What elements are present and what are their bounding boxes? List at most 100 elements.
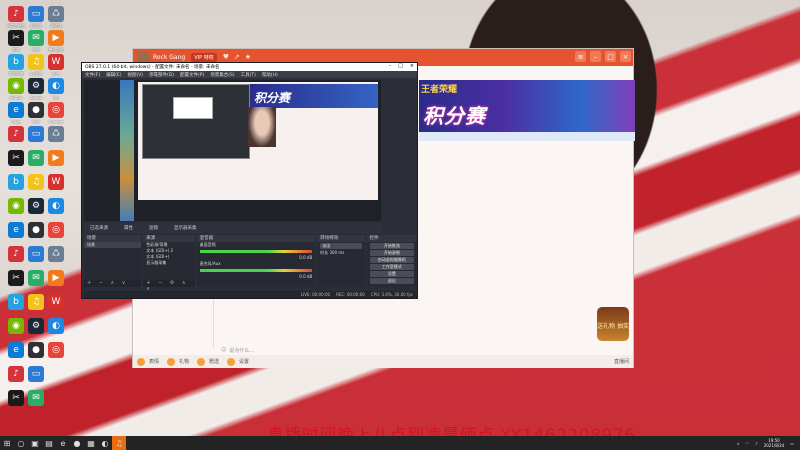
properties-button[interactable]: 属性 [124, 225, 133, 231]
desktop-icon[interactable]: ▶ 腾讯视频 [44, 30, 68, 53]
minimize-icon[interactable]: – [590, 51, 601, 62]
exit-button[interactable]: 退出 [369, 278, 415, 284]
desktop-icon[interactable]: W [44, 294, 68, 310]
live-app-taskbar-icon[interactable]: ♫ [112, 436, 126, 450]
clock[interactable]: 19:50 2021/8/24 [764, 438, 785, 448]
rec-status: REC: 00:00:00 [336, 292, 365, 297]
network-icon[interactable]: ◠ [746, 441, 750, 446]
edge-icon[interactable]: e [56, 436, 70, 450]
menu-profile[interactable]: 配置文件(P) [180, 72, 204, 78]
close-icon[interactable]: × [620, 51, 631, 62]
toolbar-item-0[interactable]: 表情 [149, 358, 159, 365]
app-taskbar-icon[interactable]: ▦ [84, 436, 98, 450]
gift-tool-icon[interactable] [167, 357, 176, 366]
desktop-icon[interactable]: ◐ QQ [44, 78, 68, 100]
obs-maximize-icon[interactable]: □ [398, 63, 403, 69]
obs-window[interactable]: OBS 27.0.1 (64-bit, windows) - 配置文件: 未命名… [81, 62, 418, 299]
toolbar-right-label[interactable]: 直播间 [614, 358, 629, 365]
menu-help[interactable]: 帮助(H) [262, 72, 278, 78]
desktop-icon[interactable]: W [44, 174, 68, 190]
app-icon: W [48, 174, 64, 190]
obs-taskbar-icon[interactable]: ● [70, 436, 84, 450]
app-icon: ▭ [28, 6, 44, 22]
chat-tab-bar[interactable] [419, 132, 635, 141]
desktop-icon[interactable]: ▶ [44, 270, 68, 286]
menu-docks[interactable]: 停靠部件(D) [149, 72, 174, 78]
present-tool-icon[interactable] [197, 357, 206, 366]
star-icon[interactable]: ★ [245, 54, 252, 61]
settings-button[interactable]: 设置 [369, 271, 415, 277]
desktop-icon[interactable]: ♺ [44, 246, 68, 262]
task-view-icon[interactable]: ▣ [28, 436, 42, 450]
desktop-icon[interactable]: ◎ [44, 222, 68, 238]
start-recording-button[interactable]: 开始录制 [369, 250, 415, 256]
desktop-icon-label: 腾讯视频 [48, 47, 64, 52]
transition-select[interactable]: 淡出 [320, 243, 362, 249]
obs-close-icon[interactable]: × [410, 63, 414, 69]
nested-preview [142, 84, 250, 159]
menu-tools[interactable]: 工具(T) [241, 72, 256, 78]
virtual-camera-button[interactable]: 启动虚拟摄像机 [369, 257, 415, 263]
filters-button[interactable]: 滤镜 [149, 225, 158, 231]
start-streaming-button[interactable]: 开始推流 [369, 243, 415, 249]
qq-taskbar-icon[interactable]: ◐ [98, 436, 112, 450]
tray-expand-icon[interactable]: ∧ [737, 441, 740, 446]
app-icon: ● [28, 102, 44, 118]
volume-icon[interactable]: ♪ [755, 441, 758, 446]
vip-badge[interactable]: VIP 特权 [191, 53, 217, 62]
app-icon: W [48, 294, 64, 310]
app-icon: W [48, 54, 64, 70]
menu-icon[interactable]: ≡ [575, 51, 586, 62]
volume-meter[interactable] [199, 250, 313, 253]
desktop-icon[interactable]: ◐ [44, 318, 68, 334]
transition-duration[interactable]: 300 ms [330, 250, 345, 255]
desktop-icon[interactable]: ♺ [44, 126, 68, 142]
menu-scene-collection[interactable]: 场景集合(S) [210, 72, 234, 78]
app-icon: ⚙ [28, 198, 44, 214]
source-item[interactable]: 显示器采集 [143, 260, 194, 266]
toolbar-item-3[interactable]: 设置 [239, 358, 249, 365]
emoji-icon[interactable]: ☺ [221, 347, 226, 353]
gift-button[interactable]: 送礼物 抽奖 [597, 307, 629, 341]
toolbar-item-1[interactable]: 礼物 [179, 358, 189, 365]
desktop-icon[interactable]: ▭ [24, 366, 48, 382]
controls-dock: 控件 开始推流 开始录制 启动虚拟摄像机 工作室模式 设置 退出 [366, 235, 418, 287]
notification-icon[interactable]: ▭ [790, 441, 794, 446]
volume-meter[interactable] [199, 269, 313, 272]
menu-view[interactable]: 视图(V) [127, 72, 143, 78]
app-icon: ▶ [48, 150, 64, 166]
maximize-icon[interactable]: □ [605, 51, 616, 62]
desktop-icon[interactable]: ◎ Chrome [44, 102, 68, 124]
heart-icon[interactable]: ♥ [223, 54, 230, 61]
search-icon[interactable]: ○ [14, 436, 28, 450]
share-icon[interactable]: ↗ [234, 54, 241, 61]
toolbar-item-2[interactable]: 赠送 [209, 358, 219, 365]
start-icon[interactable]: ⊞ [0, 436, 14, 450]
app-icon: ⚙ [28, 78, 44, 94]
desktop-icon[interactable]: ▶ [44, 150, 68, 166]
app-icon: ◎ [48, 222, 64, 238]
scene-item[interactable]: 场景 [84, 242, 142, 248]
desktop-icon[interactable]: ✉ [24, 390, 48, 406]
event-banner[interactable]: 王者荣耀 积分赛 [419, 80, 635, 132]
obs-minimize-icon[interactable]: – [389, 63, 392, 69]
scenes-header: 场景 [84, 235, 142, 242]
menu-file[interactable]: 文件(F) [85, 72, 100, 78]
obs-titlebar[interactable]: OBS 27.0.1 (64-bit, windows) - 配置文件: 未命名… [82, 63, 417, 71]
chat-message-input[interactable]: ☺ 说点什么... [221, 345, 625, 355]
desktop-icon[interactable]: ◐ [44, 198, 68, 214]
app-icon: ⚙ [28, 318, 44, 334]
desktop-icon[interactable]: W WPS [44, 54, 68, 76]
settings-tool-icon[interactable] [227, 357, 236, 366]
source-controls-bar: 已选来源 属性 滤镜 显示器采集 [84, 223, 381, 233]
desktop-icon[interactable]: ◎ [44, 342, 68, 358]
studio-mode-button[interactable]: 工作室模式 [369, 264, 415, 270]
emoji-tool-icon[interactable] [137, 357, 145, 366]
explorer-icon[interactable]: ▤ [42, 436, 56, 450]
app-icon: ♫ [28, 54, 44, 70]
desktop-icon[interactable]: ♺ 回收站 [44, 6, 68, 29]
sources-footer[interactable]: + − ⚙ ∧ ∨ [143, 280, 195, 292]
app-icon: e [8, 222, 24, 238]
menu-edit[interactable]: 编辑(E) [106, 72, 121, 78]
scenes-footer[interactable]: + − ∧ ∨ [84, 280, 142, 287]
